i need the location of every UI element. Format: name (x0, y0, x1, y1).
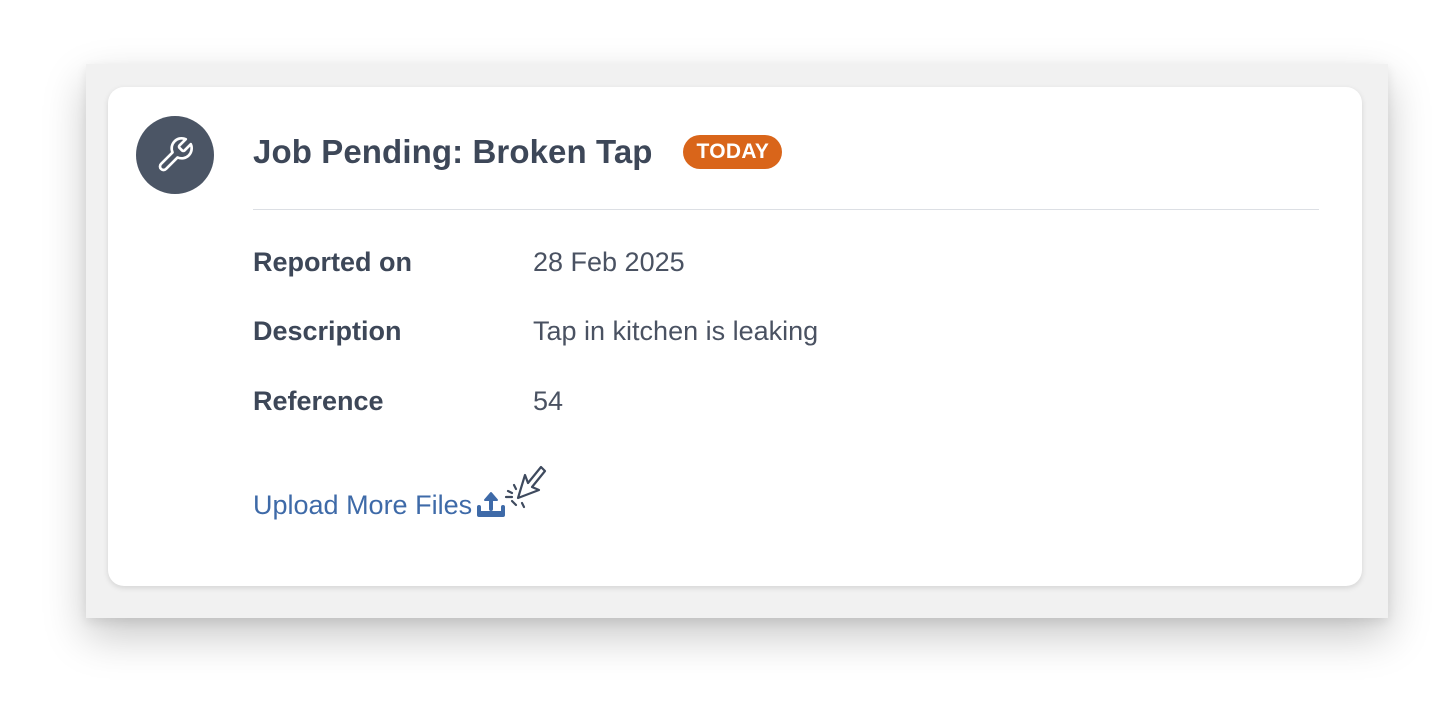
upload-icon[interactable] (476, 457, 556, 521)
detail-value: 54 (533, 386, 564, 416)
detail-row-description: Description Tap in kitchen is leaking (253, 316, 818, 347)
detail-value: Tap in kitchen is leaking (533, 316, 819, 346)
upload-more-files-link[interactable]: Upload More Files (253, 490, 472, 521)
detail-label: Reference (253, 386, 384, 416)
upload-section: Upload More Files (253, 457, 556, 521)
click-cursor-icon (504, 465, 547, 509)
title-row: Job Pending: Broken Tap TODAY (253, 133, 783, 171)
detail-row-reference: Reference 54 (253, 386, 563, 417)
job-card: Job Pending: Broken Tap TODAY Reported o… (108, 87, 1362, 586)
detail-label: Reported on (253, 247, 412, 277)
status-badge: TODAY (682, 135, 783, 169)
job-title: Job Pending: Broken Tap (253, 133, 653, 170)
detail-row-reported-on: Reported on 28 Feb 2025 (253, 247, 685, 278)
window-frame: Job Pending: Broken Tap TODAY Reported o… (86, 64, 1388, 618)
detail-value: 28 Feb 2025 (533, 247, 685, 277)
divider (253, 209, 1319, 210)
wrench-icon (136, 116, 214, 194)
detail-label: Description (253, 316, 402, 346)
